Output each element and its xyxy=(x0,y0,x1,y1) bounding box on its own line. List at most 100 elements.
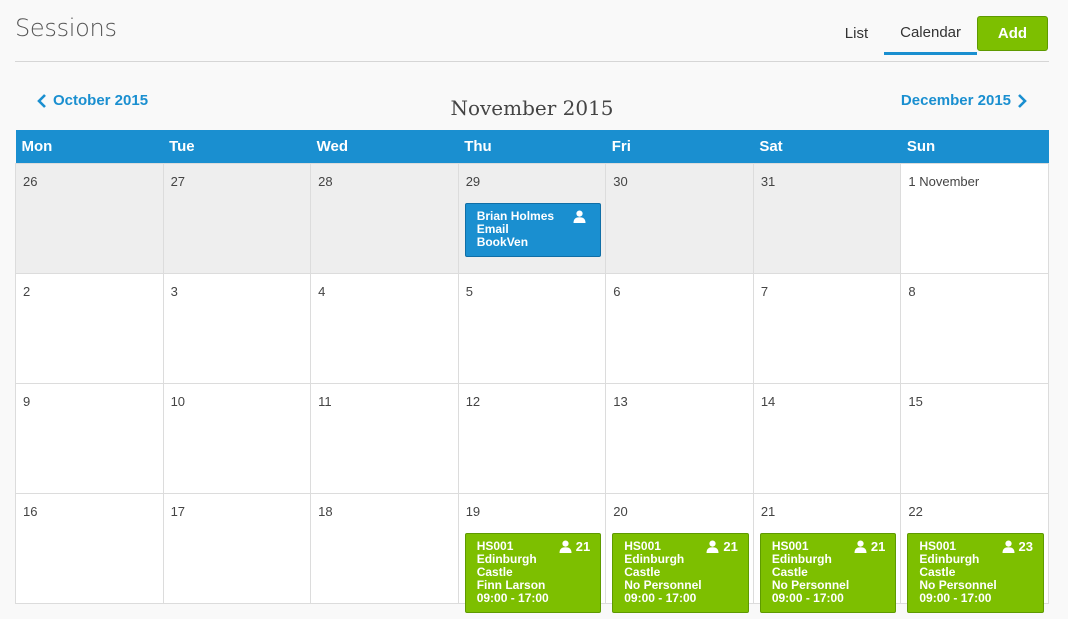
calendar-day-cell[interactable]: 26 xyxy=(15,163,164,274)
calendar-day-cell[interactable]: 20 21 HS001 Edinburgh Castle No Personnel 09:0… xyxy=(605,493,754,613)
calendar-week-row: 2 3 4 5 6 7 8 xyxy=(15,273,1049,384)
session-event[interactable]: Brian Holmes Email BookVen xyxy=(464,203,602,257)
person-icon xyxy=(573,210,586,223)
calendar-day-cell[interactable]: 27 xyxy=(162,163,312,274)
day-number: 16 xyxy=(23,504,38,519)
calendar-day-cell[interactable]: 17 xyxy=(162,493,312,604)
calendar-day-cell[interactable]: 13 xyxy=(605,383,754,494)
event-line: 09:00 - 17:00 xyxy=(771,591,844,605)
day-number: 30 xyxy=(613,174,628,189)
day-number: 22 xyxy=(908,504,923,519)
day-number: 18 xyxy=(318,504,333,519)
day-number: 4 xyxy=(318,284,326,299)
day-number: 7 xyxy=(760,284,769,299)
weekday-header-row: Mon Tue Wed Thu Fri Sat Sun xyxy=(15,130,1049,164)
page-title: Sessions xyxy=(15,14,117,42)
attendee-count: 23 xyxy=(1002,540,1033,553)
day-number: 1 November xyxy=(908,174,980,189)
day-number: 26 xyxy=(23,174,38,189)
weekday-header: Sat xyxy=(753,130,901,164)
event-line: 09:00 - 17:00 xyxy=(919,591,992,605)
tab-list[interactable]: List xyxy=(829,12,884,55)
person-icon xyxy=(559,540,572,553)
day-number: 5 xyxy=(465,284,473,299)
session-event[interactable]: 21 HS001 Edinburgh Castle No Personnel 09:00 … xyxy=(759,533,897,613)
calendar-day-cell[interactable]: 3 xyxy=(162,273,312,384)
calendar-day-cell[interactable]: 9 xyxy=(15,383,164,494)
calendar-day-cell[interactable]: 8 xyxy=(900,273,1049,384)
calendar-day-cell[interactable]: 22 23 HS001 Edinburgh Castle No Personnel 09:0… xyxy=(900,493,1049,613)
session-event[interactable]: 21 HS001 Edinburgh Castle Finn Larson 09:00 -… xyxy=(464,533,602,613)
weekday-header: Fri xyxy=(605,130,754,164)
header-divider xyxy=(15,61,1049,62)
person-icon xyxy=(706,540,719,553)
attendee-count-value: 21 xyxy=(575,539,591,554)
day-number: 21 xyxy=(760,504,776,519)
day-number: 15 xyxy=(908,394,923,409)
calendar-grid: Mon Tue Wed Thu Fri Sat Sun 26 27 28 29 Brian Holm… xyxy=(15,130,1049,613)
next-month-label: December 2015 xyxy=(900,92,1011,109)
next-month-link[interactable]: December 2015 xyxy=(901,92,1027,109)
session-event[interactable]: 21 HS001 Edinburgh Castle No Personnel 09:00 … xyxy=(612,533,749,613)
tab-calendar[interactable]: Calendar xyxy=(884,12,977,55)
day-number: 27 xyxy=(170,174,186,189)
person-icon xyxy=(854,540,867,553)
day-number: 2 xyxy=(23,284,31,299)
weekday-header: Thu xyxy=(458,130,606,164)
calendar-day-cell[interactable]: 6 xyxy=(605,273,754,384)
person-icon xyxy=(1002,540,1015,553)
day-number: 19 xyxy=(465,504,481,519)
calendar-day-cell[interactable]: 21 21 HS001 Edinburgh Castle No Personnel 09:0… xyxy=(752,493,902,613)
weekday-header: Mon xyxy=(15,130,164,164)
calendar-day-cell[interactable]: 2 xyxy=(15,273,164,384)
current-month-title: November 2015 xyxy=(450,96,614,120)
calendar-day-cell[interactable]: 5 xyxy=(457,273,607,384)
event-line: 09:00 - 17:00 xyxy=(476,591,549,605)
attendee-count: 21 xyxy=(854,540,885,553)
day-number: 17 xyxy=(170,504,186,519)
calendar-day-cell[interactable]: 31 xyxy=(752,163,902,274)
calendar-day-cell[interactable]: 28 xyxy=(310,163,459,274)
add-button[interactable]: Add xyxy=(977,16,1048,51)
day-number: 6 xyxy=(613,284,621,299)
day-number: 14 xyxy=(760,394,776,409)
calendar-day-cell[interactable]: 15 xyxy=(900,383,1049,494)
attendee-count xyxy=(573,210,590,223)
calendar-day-cell[interactable]: 30 xyxy=(605,163,754,274)
calendar-day-cell[interactable]: 14 xyxy=(752,383,902,494)
day-number: 8 xyxy=(908,284,916,299)
calendar-day-cell[interactable]: 10 xyxy=(162,383,312,494)
session-event[interactable]: 23 HS001 Edinburgh Castle No Personnel 09:00 … xyxy=(907,533,1044,613)
attendee-count-value: 23 xyxy=(1018,539,1033,554)
calendar-week-row: 9 10 11 12 13 14 15 xyxy=(15,383,1049,494)
calendar-day-cell[interactable]: 29 Brian Holmes Email BookVen xyxy=(457,163,607,274)
day-number: 12 xyxy=(465,394,481,409)
view-tabs: List Calendar Add xyxy=(829,16,1048,60)
calendar-week-row: 26 27 28 29 Brian Holmes Email BookVen 30 31 1 No… xyxy=(15,163,1049,274)
calendar-day-cell[interactable]: 16 xyxy=(15,493,164,604)
day-number: 9 xyxy=(23,394,31,409)
day-number: 28 xyxy=(318,174,333,189)
attendee-count: 21 xyxy=(706,539,738,554)
calendar-day-cell[interactable]: 1 November xyxy=(900,163,1049,274)
day-number: 10 xyxy=(170,394,186,409)
weekday-header: Wed xyxy=(310,130,459,164)
day-number: 29 xyxy=(465,174,481,189)
calendar-day-cell[interactable]: 7 xyxy=(752,273,902,384)
attendee-count: 21 xyxy=(559,540,590,553)
day-number: 3 xyxy=(170,284,178,299)
day-number: 20 xyxy=(613,504,628,519)
month-navigation: October 2015 November 2015 December 2015 xyxy=(15,88,1049,124)
calendar-day-cell[interactable]: 18 xyxy=(310,493,459,604)
calendar-day-cell[interactable]: 19 21 HS001 Edinburgh Castle Finn Larson 09:00… xyxy=(457,493,607,613)
weekday-header: Tue xyxy=(163,130,311,164)
calendar-day-cell[interactable]: 11 xyxy=(310,383,459,494)
attendee-count-value: 21 xyxy=(870,539,886,554)
attendee-count-value: 21 xyxy=(723,539,738,554)
day-number: 13 xyxy=(613,394,628,409)
calendar-week-row: 16 17 18 19 21 HS001 Edinburgh Castle Finn Larso… xyxy=(15,493,1049,613)
calendar-day-cell[interactable]: 4 xyxy=(310,273,459,384)
event-line: BookVen xyxy=(476,235,529,249)
calendar-day-cell[interactable]: 12 xyxy=(457,383,607,494)
chevron-right-icon xyxy=(1018,93,1027,108)
